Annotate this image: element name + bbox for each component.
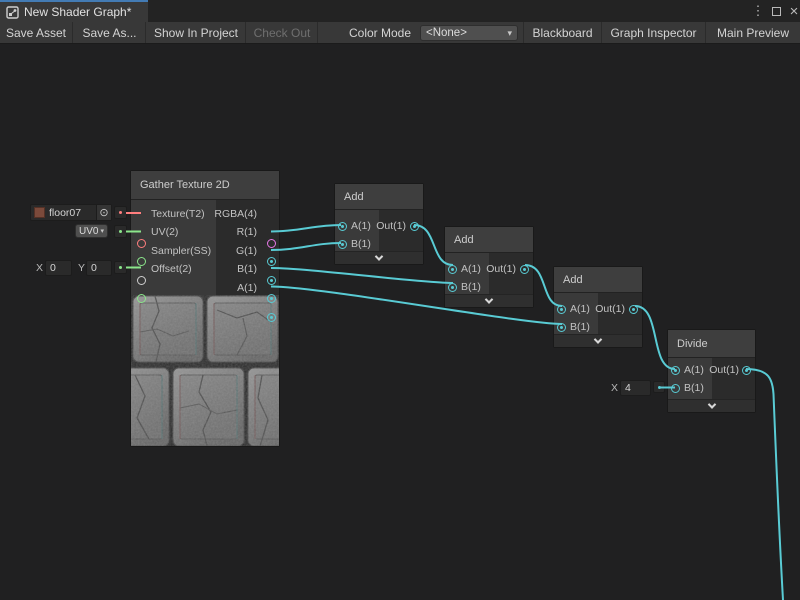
- port-dot: [119, 266, 122, 269]
- expand-preview-button[interactable]: [445, 294, 533, 307]
- offset-y-input[interactable]: 0: [86, 260, 112, 276]
- port-sampler-ss[interactable]: [137, 276, 146, 285]
- port-dot: [119, 230, 122, 233]
- chevron-down-icon: ▾: [100, 227, 104, 235]
- uv-channel-value: UV0: [79, 226, 98, 237]
- port-rgba-4[interactable]: [267, 239, 276, 248]
- port-label-offset: Offset(2): [151, 263, 192, 275]
- node-title: Add: [563, 274, 583, 286]
- blackboard-toggle[interactable]: Blackboard: [523, 22, 601, 43]
- port-label-b: B(1): [461, 281, 481, 293]
- tab-new-shader-graph[interactable]: New Shader Graph*: [0, 2, 148, 22]
- expand-preview-button[interactable]: [668, 399, 755, 412]
- divide-port-a[interactable]: [671, 366, 680, 375]
- maximize-box-glyph: [772, 7, 781, 16]
- port-label-a: A(1): [684, 364, 704, 376]
- node-header[interactable]: Gather Texture 2D: [131, 171, 279, 200]
- chevron-down-icon: [707, 400, 715, 408]
- chevron-down-icon: [375, 252, 383, 260]
- color-mode-label: Color Mode: [349, 22, 411, 43]
- graph-canvas[interactable]: [0, 44, 800, 600]
- node-title: Divide: [677, 338, 708, 350]
- port-label-a: A(1): [237, 282, 257, 294]
- shader-graph-icon: [6, 6, 19, 19]
- port-g-1[interactable]: [267, 276, 276, 285]
- offset-x-value: 0: [50, 262, 56, 274]
- texture-preview: [131, 295, 279, 446]
- divide-b-x-label: X: [611, 382, 618, 394]
- divide-b-value: 4: [625, 382, 631, 394]
- port-r-1[interactable]: [267, 257, 276, 266]
- color-mode-value: <None>: [426, 27, 467, 39]
- port-label-uv: UV(2): [151, 226, 178, 238]
- port-label-a: A(1): [570, 303, 590, 315]
- uv-value-port[interactable]: [114, 225, 127, 238]
- gather-ports-area: Texture(T2) UV(2) Sampler(SS) Offset(2) …: [131, 200, 279, 295]
- texture-thumbnail: [34, 207, 45, 218]
- chevron-down-icon: ▾: [507, 28, 512, 39]
- offset-value-port[interactable]: [114, 261, 127, 274]
- object-picker-icon[interactable]: ⊙: [96, 205, 111, 220]
- port-label-b: B(1): [684, 382, 704, 394]
- port-label-texture: Texture(T2): [151, 208, 205, 220]
- check-out-button[interactable]: Check Out: [247, 22, 318, 43]
- port-texture-t2[interactable]: [137, 239, 146, 248]
- port-label-b: B(1): [351, 238, 371, 250]
- offset-x-input[interactable]: 0: [45, 260, 72, 276]
- texture-value-port[interactable]: [114, 206, 127, 219]
- port-label-b: B(1): [570, 321, 590, 333]
- divide-b-input[interactable]: 4: [620, 380, 651, 396]
- chevron-down-icon: [594, 335, 602, 343]
- node-divide[interactable]: Divide A(1) B(1) Out(1): [667, 329, 756, 413]
- node-header[interactable]: Add: [445, 227, 533, 253]
- node-add-3[interactable]: Add A(1) B(1) Out(1): [553, 266, 643, 348]
- save-asset-button[interactable]: Save Asset: [0, 22, 73, 43]
- texture-name: floor07: [49, 207, 96, 219]
- node-title: Add: [344, 191, 364, 203]
- port-label-g: G(1): [236, 245, 257, 257]
- node-add-1[interactable]: Add A(1) B(1) Out(1): [334, 183, 424, 265]
- tab-title: New Shader Graph*: [24, 5, 131, 19]
- uv-channel-dropdown[interactable]: UV0 ▾: [75, 224, 108, 238]
- port-label-b: B(1): [237, 263, 257, 275]
- toolbar: Save Asset Save As... Show In Project Ch…: [0, 22, 800, 44]
- window-close-icon[interactable]: ×: [786, 3, 800, 19]
- port-b-1[interactable]: [267, 294, 276, 303]
- port-label-out: Out(1): [486, 263, 516, 275]
- offset-y-label: Y: [78, 262, 85, 274]
- port-label-r: R(1): [237, 226, 257, 238]
- node-add-2[interactable]: Add A(1) B(1) Out(1): [444, 226, 534, 308]
- save-as-button[interactable]: Save As...: [74, 22, 146, 43]
- port-label-out: Out(1): [376, 220, 406, 232]
- port-a-1[interactable]: [267, 313, 276, 322]
- expand-preview-button[interactable]: [554, 334, 642, 347]
- node-header[interactable]: Add: [554, 267, 642, 293]
- node-title: Add: [454, 234, 474, 246]
- port-label-a: A(1): [461, 263, 481, 275]
- port-label-out: Out(1): [595, 303, 625, 315]
- expand-preview-button[interactable]: [335, 251, 423, 264]
- main-preview-toggle[interactable]: Main Preview: [705, 22, 800, 43]
- color-mode-dropdown[interactable]: <None> ▾: [420, 25, 518, 41]
- texture-object-field[interactable]: floor07 ⊙: [30, 204, 112, 221]
- node-title: Gather Texture 2D: [140, 179, 230, 191]
- port-offset-2[interactable]: [137, 294, 146, 303]
- port-label-sampler: Sampler(SS): [151, 245, 211, 257]
- chevron-down-icon: [485, 295, 493, 303]
- port-label-out: Out(1): [709, 364, 739, 376]
- titlebar: New Shader Graph* ⋮ ×: [0, 0, 800, 22]
- graph-inspector-toggle[interactable]: Graph Inspector: [601, 22, 705, 43]
- window-menu-icon[interactable]: ⋮: [750, 3, 766, 19]
- node-header[interactable]: Divide: [668, 330, 755, 358]
- port-uv-2[interactable]: [137, 257, 146, 266]
- offset-x-label: X: [36, 262, 43, 274]
- node-gather-texture-2d[interactable]: Gather Texture 2D Texture(T2) UV(2) Samp…: [130, 170, 280, 447]
- offset-y-value: 0: [91, 262, 97, 274]
- port-label-rgba: RGBA(4): [214, 208, 257, 220]
- node-header[interactable]: Add: [335, 184, 423, 210]
- port-dot: [119, 211, 122, 214]
- show-in-project-button[interactable]: Show In Project: [147, 22, 246, 43]
- window-maximize-icon[interactable]: [768, 3, 784, 19]
- port-label-a: A(1): [351, 220, 371, 232]
